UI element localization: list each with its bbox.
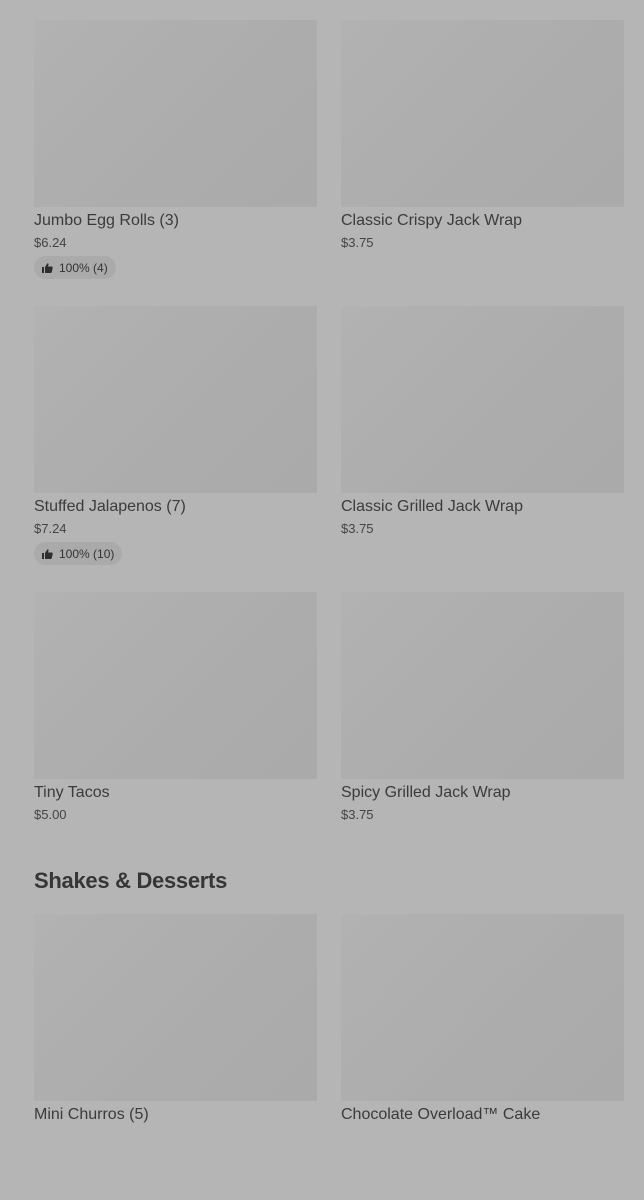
menu-item-name: Jumbo Egg Rolls (3) (34, 212, 179, 229)
menu-page: { "items": [ {"name": "Jumbo Egg Rolls (… (0, 0, 644, 1129)
rating-text: 100% (4) (59, 260, 108, 275)
rating-text: 100% (10) (59, 546, 115, 561)
menu-item-name: Chocolate Overload™ Cake (341, 1106, 541, 1123)
menu-item-price: $5.00 (34, 807, 67, 822)
menu-item-image[interactable] (341, 306, 624, 493)
menu-item-image[interactable] (341, 20, 624, 207)
rating-badge: 100% (4) (34, 256, 116, 279)
menu-item-card[interactable]: Spicy Grilled Jack Wrap $3.75 (341, 592, 624, 878)
section-items-grid: Mini Churros (5) Chocolate Overload™ Cak… (34, 914, 624, 1200)
menu-item-card[interactable]: Mini Churros (5) (34, 914, 317, 1200)
menu-item-name: Mini Churros (5) (34, 1106, 149, 1123)
menu-item-image[interactable] (34, 20, 317, 207)
menu-item-name: Spicy Grilled Jack Wrap (341, 784, 511, 801)
menu-item-price: $3.75 (341, 807, 374, 822)
menu-item-image[interactable] (34, 592, 317, 779)
menu-item-card[interactable]: Tiny Tacos $5.00 (34, 592, 317, 878)
menu-item-name: Stuffed Jalapenos (7) (34, 498, 186, 515)
thumbs-up-icon (42, 262, 53, 273)
menu-item-card[interactable]: Chocolate Overload™ Cake (341, 914, 624, 1200)
thumbs-up-icon (42, 548, 53, 559)
menu-item-price: $3.75 (341, 235, 374, 250)
menu-item-image[interactable] (341, 914, 624, 1101)
menu-item-price: $7.24 (34, 521, 67, 536)
section-title: Shakes & Desserts (34, 868, 228, 893)
menu-item-image[interactable] (34, 306, 317, 493)
menu-item-card[interactable]: Classic Crispy Jack Wrap $3.75 (341, 20, 624, 306)
menu-item-name: Tiny Tacos (34, 784, 110, 801)
menu-item-price: $6.24 (34, 235, 67, 250)
menu-item-name: Classic Crispy Jack Wrap (341, 212, 523, 229)
menu-items-grid: Jumbo Egg Rolls (3) $6.24 100% (4) Class… (34, 20, 624, 878)
menu-item-card[interactable]: Stuffed Jalapenos (7) $7.24 100% (10) (34, 306, 317, 592)
menu-item-card[interactable]: Jumbo Egg Rolls (3) $6.24 100% (4) (34, 20, 317, 306)
menu-item-price: $3.75 (341, 521, 374, 536)
rating-badge: 100% (10) (34, 542, 123, 565)
menu-item-card[interactable]: Classic Grilled Jack Wrap $3.75 (341, 306, 624, 592)
menu-item-image[interactable] (341, 592, 624, 779)
menu-item-image[interactable] (34, 914, 317, 1101)
menu-item-name: Classic Grilled Jack Wrap (341, 498, 523, 515)
